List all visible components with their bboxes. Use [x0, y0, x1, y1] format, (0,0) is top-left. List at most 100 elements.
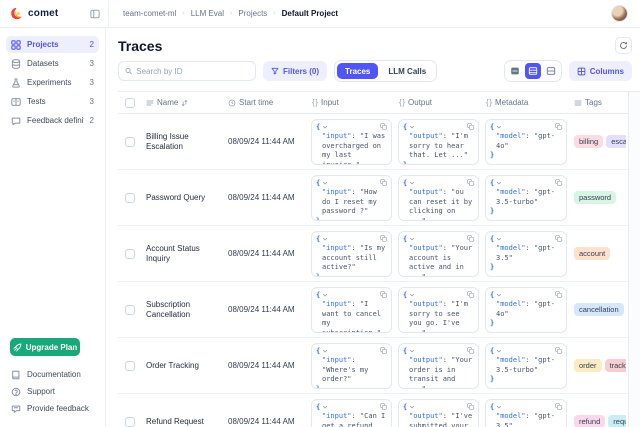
- user-avatar[interactable]: [611, 5, 628, 22]
- filters-button[interactable]: Filters (0): [263, 61, 327, 81]
- chevron-down-icon[interactable]: [496, 404, 502, 410]
- copy-icon[interactable]: [380, 403, 387, 414]
- table-row[interactable]: Billing Issue Escalation 08/09/24 11:44 …: [118, 114, 628, 170]
- copy-icon[interactable]: [467, 347, 474, 358]
- sidebar-item-documentation[interactable]: Documentation: [6, 366, 99, 383]
- density-large-button[interactable]: [543, 63, 559, 79]
- chevron-down-icon[interactable]: [496, 348, 502, 354]
- input-json-cell[interactable]: { "input": "Where's my order?" }: [311, 343, 392, 389]
- table-row[interactable]: Refund Request 08/09/24 11:44 AM { "inpu…: [118, 394, 628, 427]
- output-json-cell[interactable]: { "output": "ou can reset it by clicking…: [398, 175, 479, 221]
- row-checkbox[interactable]: [125, 305, 135, 315]
- sidebar-item-tests[interactable]: Tests 3: [6, 93, 99, 110]
- copy-icon[interactable]: [467, 235, 474, 246]
- row-checkbox[interactable]: [125, 249, 135, 259]
- column-header-start-time[interactable]: Start time: [224, 98, 308, 107]
- column-header-tags[interactable]: Tags: [570, 98, 626, 107]
- chevron-down-icon[interactable]: [496, 236, 502, 242]
- tag-tracking[interactable]: tracking: [605, 359, 626, 372]
- chevron-down-icon[interactable]: [409, 292, 415, 298]
- copy-icon[interactable]: [555, 403, 562, 414]
- copy-icon[interactable]: [555, 235, 562, 246]
- copy-icon[interactable]: [467, 179, 474, 190]
- search-input[interactable]: [136, 67, 249, 76]
- output-json-cell[interactable]: { "output": "I'm sorry to hear that. Let…: [398, 119, 479, 165]
- tag-request[interactable]: request: [608, 415, 626, 427]
- row-checkbox[interactable]: [125, 361, 135, 371]
- refresh-button[interactable]: [615, 37, 632, 54]
- input-json-cell[interactable]: { "input": "Can I get a refund for my la…: [311, 399, 392, 427]
- row-checkbox[interactable]: [125, 193, 135, 203]
- sidebar-item-experiments[interactable]: Experiments 3: [6, 74, 99, 91]
- sidebar-item-projects[interactable]: Projects 2: [6, 36, 99, 53]
- table-row[interactable]: Subscription Cancellation 08/09/24 11:44…: [118, 282, 628, 338]
- tag-escalation[interactable]: escalation: [606, 135, 626, 148]
- tag-refund[interactable]: refund: [574, 415, 605, 427]
- input-json-cell[interactable]: { "input": "How do I reset my password ?…: [311, 175, 392, 221]
- toggle-llm-calls[interactable]: LLM Calls: [380, 63, 434, 79]
- trace-name[interactable]: Password Query: [142, 193, 224, 203]
- copy-icon[interactable]: [467, 291, 474, 302]
- table-row[interactable]: Order Tracking 08/09/24 11:44 AM { "inpu…: [118, 338, 628, 394]
- copy-icon[interactable]: [555, 179, 562, 190]
- logo[interactable]: comet: [0, 7, 88, 20]
- chevron-down-icon[interactable]: [496, 124, 502, 130]
- chevron-down-icon[interactable]: [409, 348, 415, 354]
- columns-button[interactable]: Columns: [569, 61, 632, 81]
- chevron-down-icon[interactable]: [409, 180, 415, 186]
- chevron-down-icon[interactable]: [409, 404, 415, 410]
- sidebar-collapse-icon[interactable]: [88, 7, 102, 21]
- tag-account[interactable]: account: [574, 247, 610, 260]
- sidebar-item-datasets[interactable]: Datasets 3: [6, 55, 99, 72]
- select-all-checkbox[interactable]: [125, 98, 135, 108]
- copy-icon[interactable]: [380, 235, 387, 246]
- metadata-json-cell[interactable]: { "model": "gpt-3.5-turbo" }: [485, 175, 567, 221]
- output-json-cell[interactable]: { "output": "I've submitted your refund …: [398, 399, 479, 427]
- column-header-output[interactable]: { } Output: [395, 98, 482, 107]
- table-row[interactable]: Password Query 08/09/24 11:44 AM { "inpu…: [118, 170, 628, 226]
- metadata-json-cell[interactable]: { "model": "gpt-3.5-turbo" }: [485, 343, 567, 389]
- chevron-down-icon[interactable]: [496, 180, 502, 186]
- input-json-cell[interactable]: { "input": "Is my account still active?"…: [311, 231, 392, 277]
- chevron-down-icon[interactable]: [322, 292, 328, 298]
- copy-icon[interactable]: [467, 403, 474, 414]
- metadata-json-cell[interactable]: { "model": "gpt-4o" }: [485, 119, 567, 165]
- output-json-cell[interactable]: { "output": "Your order is in transit an…: [398, 343, 479, 389]
- output-json-cell[interactable]: { "output": "I'm sorry to see you go. I'…: [398, 287, 479, 333]
- column-header-input[interactable]: { } Input: [308, 98, 395, 107]
- input-json-cell[interactable]: { "input": "I was overcharged on my last…: [311, 119, 392, 165]
- sidebar-item-provide-feedback[interactable]: Provide feedback: [6, 400, 99, 417]
- row-checkbox[interactable]: [125, 417, 135, 427]
- input-json-cell[interactable]: { "input": "I want to cancel my subscrip…: [311, 287, 392, 333]
- chevron-down-icon[interactable]: [322, 404, 328, 410]
- metadata-json-cell[interactable]: { "model": "gpt-4o" }: [485, 287, 567, 333]
- copy-icon[interactable]: [555, 347, 562, 358]
- density-medium-button[interactable]: [525, 63, 541, 79]
- density-small-button[interactable]: [507, 63, 523, 79]
- copy-icon[interactable]: [380, 291, 387, 302]
- table-row[interactable]: Account Status Inquiry 08/09/24 11:44 AM…: [118, 226, 628, 282]
- breadcrumb-projects[interactable]: Projects: [238, 9, 267, 18]
- chevron-down-icon[interactable]: [322, 348, 328, 354]
- metadata-json-cell[interactable]: { "model": "gpt-3.5" }: [485, 231, 567, 277]
- chevron-down-icon[interactable]: [322, 180, 328, 186]
- copy-icon[interactable]: [467, 123, 474, 134]
- sort-icon[interactable]: [181, 99, 188, 107]
- chevron-down-icon[interactable]: [409, 236, 415, 242]
- upgrade-plan-button[interactable]: Upgrade Plan: [10, 338, 80, 356]
- copy-icon[interactable]: [555, 123, 562, 134]
- copy-icon[interactable]: [380, 123, 387, 134]
- chevron-down-icon[interactable]: [322, 236, 328, 242]
- sidebar-item-support[interactable]: Support: [6, 383, 99, 400]
- breadcrumb-workspace[interactable]: team-comet-ml: [123, 9, 176, 18]
- tag-billing[interactable]: billing: [574, 135, 603, 148]
- tag-password[interactable]: password: [574, 191, 616, 204]
- copy-icon[interactable]: [380, 179, 387, 190]
- trace-name[interactable]: Subscription Cancellation: [142, 300, 224, 319]
- trace-name[interactable]: Billing Issue Escalation: [142, 132, 224, 151]
- trace-name[interactable]: Refund Request: [142, 417, 224, 427]
- chevron-down-icon[interactable]: [322, 124, 328, 130]
- tag-order[interactable]: order: [574, 359, 602, 372]
- copy-icon[interactable]: [555, 291, 562, 302]
- tag-cancellation[interactable]: cancellation: [574, 303, 624, 316]
